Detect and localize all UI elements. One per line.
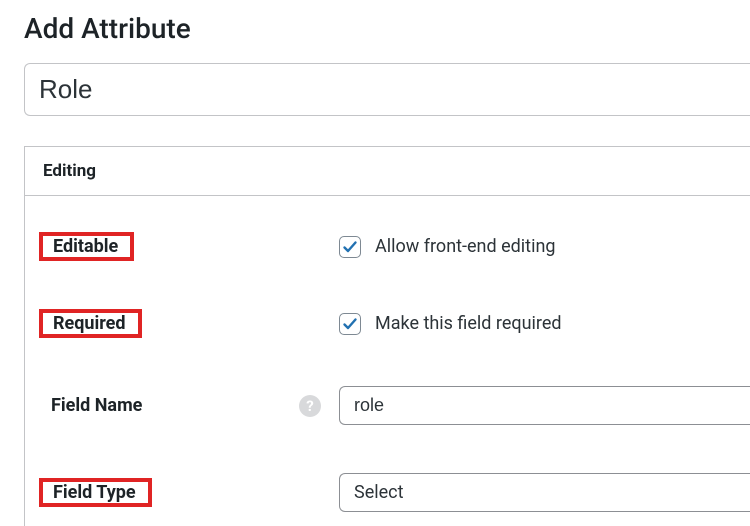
required-label-highlight: Required: [39, 309, 142, 338]
editable-checkbox-label: Allow front-end editing: [375, 236, 556, 257]
required-checkbox[interactable]: [339, 313, 361, 335]
field-type-label-highlight: Field Type: [39, 478, 152, 507]
row-required: Required Make this field required: [25, 291, 750, 368]
field-type-select-value: Select: [354, 482, 403, 503]
panel-header: Editing: [25, 147, 750, 196]
check-icon: [342, 316, 358, 332]
attribute-title-input[interactable]: [24, 63, 750, 116]
page-title: Add Attribute: [24, 12, 750, 45]
editable-label-highlight: Editable: [39, 232, 134, 261]
row-field-name: Field Name ?: [25, 368, 750, 455]
editable-label: Editable: [43, 230, 130, 263]
row-field-type: Field Type Select: [25, 455, 750, 526]
field-type-label: Field Type: [43, 476, 148, 509]
editable-checkbox[interactable]: [339, 236, 361, 258]
help-icon[interactable]: ?: [299, 395, 321, 417]
editing-panel: Editing Editable Allow front-end editing: [24, 146, 750, 526]
field-name-label: Field Name: [39, 389, 154, 422]
required-checkbox-label: Make this field required: [375, 313, 562, 334]
field-type-select[interactable]: Select: [339, 473, 750, 512]
required-label: Required: [43, 307, 138, 340]
check-icon: [342, 239, 358, 255]
field-name-input[interactable]: [339, 386, 750, 425]
row-editable: Editable Allow front-end editing: [25, 214, 750, 291]
